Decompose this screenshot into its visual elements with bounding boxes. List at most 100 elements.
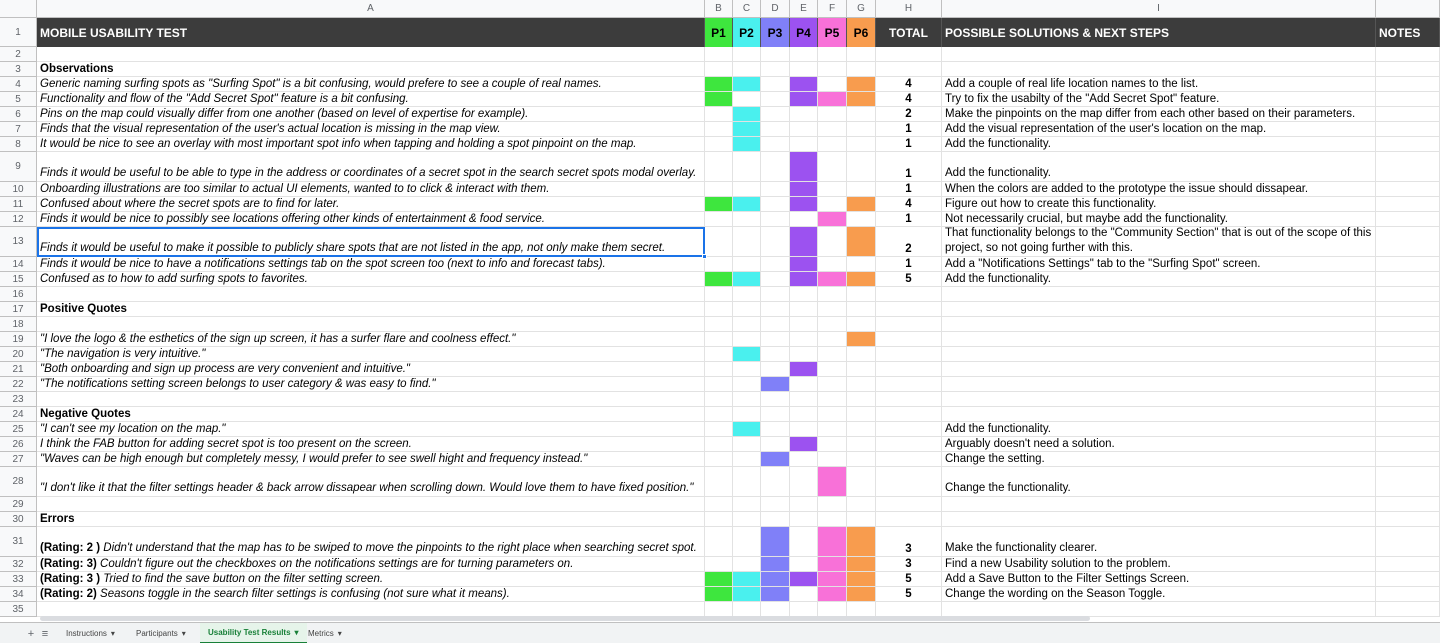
notes-cell[interactable] [1376, 602, 1440, 617]
notes-cell[interactable] [1376, 257, 1440, 272]
participant-p6-cell[interactable] [847, 122, 876, 137]
total-cell[interactable]: 1 [876, 212, 942, 227]
notes-cell[interactable] [1376, 302, 1440, 317]
participant-p1-cell[interactable] [705, 407, 733, 422]
total-cell[interactable] [876, 452, 942, 467]
participant-p4-cell[interactable] [790, 572, 818, 587]
solution-cell[interactable]: Add the functionality. [942, 272, 1376, 287]
participant-p6-cell[interactable] [847, 557, 876, 572]
row-header[interactable]: 5 [0, 92, 37, 107]
row-header[interactable]: 28 [0, 467, 37, 497]
participant-p2-cell[interactable] [733, 212, 761, 227]
participant-p6-cell[interactable] [847, 602, 876, 617]
participant-p2-cell[interactable] [733, 257, 761, 272]
participant-p6-cell[interactable] [847, 152, 876, 182]
participant-p1-cell[interactable] [705, 317, 733, 332]
solution-cell[interactable]: Make the functionality clearer. [942, 527, 1376, 557]
participant-p2-cell[interactable] [733, 287, 761, 302]
notes-cell[interactable] [1376, 287, 1440, 302]
participant-p2-cell[interactable] [733, 182, 761, 197]
cell-description[interactable]: Confused about where the secret spots ar… [37, 197, 705, 212]
cell-description[interactable]: "Both onboarding and sign up process are… [37, 362, 705, 377]
participant-p5-cell[interactable] [818, 137, 847, 152]
solution-cell[interactable] [942, 377, 1376, 392]
participant-p1-cell[interactable] [705, 137, 733, 152]
cell-description[interactable]: Errors [37, 512, 705, 527]
participant-p5-cell[interactable] [818, 332, 847, 347]
participant-p4-cell[interactable] [790, 182, 818, 197]
row-header[interactable]: 32 [0, 557, 37, 572]
sheet-tab[interactable]: Participants ▾ [128, 623, 194, 643]
participant-p3-cell[interactable] [761, 227, 790, 257]
row-header[interactable]: 21 [0, 362, 37, 377]
participant-p3-cell[interactable] [761, 347, 790, 362]
cell-description[interactable]: Generic naming surfing spots as "Surfing… [37, 77, 705, 92]
participant-p3-cell[interactable] [761, 152, 790, 182]
participant-p5-cell[interactable] [818, 512, 847, 527]
participant-p5-cell[interactable] [818, 212, 847, 227]
solution-cell[interactable]: Change the wording on the Season Toggle. [942, 587, 1376, 602]
participant-p4-cell[interactable] [790, 467, 818, 497]
column-header[interactable]: I [942, 0, 1376, 18]
participant-p4-cell[interactable] [790, 77, 818, 92]
notes-cell[interactable] [1376, 197, 1440, 212]
participant-p1-cell[interactable] [705, 512, 733, 527]
participant-p1-cell[interactable] [705, 107, 733, 122]
participant-p2-cell[interactable] [733, 587, 761, 602]
participant-header-p1[interactable]: P1 [705, 18, 733, 47]
notes-cell[interactable] [1376, 467, 1440, 497]
row-header[interactable]: 6 [0, 107, 37, 122]
column-header[interactable]: A [37, 0, 705, 18]
total-cell[interactable] [876, 512, 942, 527]
total-cell[interactable]: 1 [876, 137, 942, 152]
solution-cell[interactable] [942, 47, 1376, 62]
participant-p6-cell[interactable] [847, 587, 876, 602]
total-cell[interactable]: 4 [876, 197, 942, 212]
select-all-corner[interactable] [0, 0, 37, 18]
participant-p5-cell[interactable] [818, 377, 847, 392]
row-header[interactable]: 18 [0, 317, 37, 332]
notes-cell[interactable] [1376, 557, 1440, 572]
cell-description[interactable] [37, 287, 705, 302]
cell-description[interactable]: "I don't like it that the filter setting… [37, 467, 705, 497]
participant-p1-cell[interactable] [705, 347, 733, 362]
cell-description[interactable]: Negative Quotes [37, 407, 705, 422]
participant-p4-cell[interactable] [790, 257, 818, 272]
participant-p5-cell[interactable] [818, 602, 847, 617]
row-header[interactable]: 11 [0, 197, 37, 212]
participant-p5-cell[interactable] [818, 362, 847, 377]
participant-p5-cell[interactable] [818, 557, 847, 572]
total-cell[interactable] [876, 497, 942, 512]
row-header[interactable]: 22 [0, 377, 37, 392]
participant-p4-cell[interactable] [790, 122, 818, 137]
sheet-tab[interactable]: Metrics ▾ [300, 623, 350, 643]
participant-p1-cell[interactable] [705, 392, 733, 407]
column-header[interactable]: B [705, 0, 733, 18]
participant-p5-cell[interactable] [818, 347, 847, 362]
participant-p6-cell[interactable] [847, 407, 876, 422]
solution-cell[interactable]: Arguably doesn't need a solution. [942, 437, 1376, 452]
participant-p4-cell[interactable] [790, 287, 818, 302]
participant-p1-cell[interactable] [705, 287, 733, 302]
cell-description[interactable] [37, 317, 705, 332]
solution-cell[interactable] [942, 407, 1376, 422]
participant-p5-cell[interactable] [818, 287, 847, 302]
row-header[interactable]: 23 [0, 392, 37, 407]
participant-p1-cell[interactable] [705, 557, 733, 572]
solution-cell[interactable] [942, 512, 1376, 527]
cell-description[interactable]: Finds it would be nice to have a notific… [37, 257, 705, 272]
participant-p2-cell[interactable] [733, 107, 761, 122]
participant-p4-cell[interactable] [790, 347, 818, 362]
notes-cell[interactable] [1376, 332, 1440, 347]
row-header[interactable]: 30 [0, 512, 37, 527]
solution-cell[interactable]: Add the functionality. [942, 137, 1376, 152]
participant-p3-cell[interactable] [761, 512, 790, 527]
participant-header-p4[interactable]: P4 [790, 18, 818, 47]
participant-p4-cell[interactable] [790, 587, 818, 602]
solution-cell[interactable]: When the colors are added to the prototy… [942, 182, 1376, 197]
cell-description[interactable]: Functionality and flow of the "Add Secre… [37, 92, 705, 107]
all-sheets-icon[interactable]: ≡ [36, 623, 54, 643]
solution-cell[interactable]: Add a "Notifications Settings" tab to th… [942, 257, 1376, 272]
participant-p2-cell[interactable] [733, 47, 761, 62]
participant-p6-cell[interactable] [847, 377, 876, 392]
